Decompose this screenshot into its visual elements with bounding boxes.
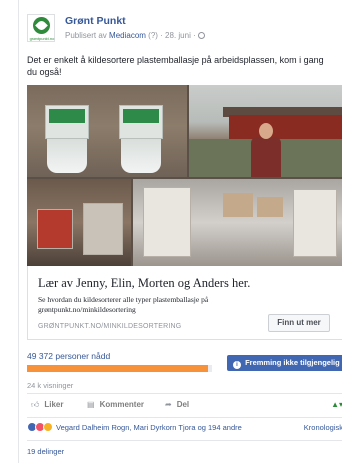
reach-bar (27, 365, 212, 372)
divider (27, 393, 342, 394)
reach-count-link[interactable]: 49 372 personer nådd (27, 351, 110, 361)
page-avatar[interactable]: grøntpunkt.no (27, 14, 55, 42)
learn-more-button[interactable]: Finn ut mer (268, 314, 330, 332)
divider (27, 417, 342, 418)
post-text: Det er enkelt å kildesortere plastemball… (27, 55, 324, 77)
info-icon: i (233, 361, 241, 369)
action-bar: 👍︎ Liker ▤ Kommenter ➦ Del ▲▾ (27, 397, 342, 415)
divider (27, 440, 342, 441)
bin-label-shape (49, 109, 85, 123)
like-button[interactable]: 👍︎ Liker (31, 400, 64, 410)
link-title[interactable]: Lær av Jenny, Elin, Morten og Anders her… (38, 276, 250, 291)
bag-shape (47, 139, 87, 173)
photo-farm (189, 85, 342, 177)
comment-label: Kommenter (99, 400, 145, 409)
meta-prefix: Publisert av (65, 31, 107, 40)
shelf-shape (293, 189, 337, 257)
page-name-link[interactable]: Grønt Punkt (65, 15, 126, 27)
photo-workshop (27, 179, 131, 266)
meta-suffix: (?) · 28. juni · (148, 31, 196, 40)
link-description: Se hvordan du kildesorterer alle typer p… (38, 295, 209, 314)
box-shape (257, 197, 283, 217)
head-shape (259, 123, 273, 139)
globe-icon[interactable] (197, 32, 205, 39)
thumbs-up-icon: 👍︎ (31, 400, 40, 409)
share-label: Del (176, 400, 190, 409)
media-collage[interactable] (27, 85, 342, 266)
box-shape (223, 193, 253, 217)
reach-insights: 49 372 personer nådd i Fremming ikke til… (27, 351, 342, 375)
post-meta: Publisert av Mediacom (?) · 28. juni · (65, 31, 205, 40)
comment-icon: ▤ (87, 400, 95, 409)
shelf-shape (143, 187, 191, 257)
comment-button[interactable]: ▤ Kommenter (87, 400, 144, 409)
link-preview[interactable]: Lær av Jenny, Elin, Morten og Anders her… (27, 266, 342, 340)
bag-shape (121, 139, 161, 173)
haha-reaction-icon (43, 422, 53, 432)
sort-dropdown[interactable]: Kronologisk (304, 423, 342, 432)
like-label: Liker (44, 400, 64, 409)
post-card: grøntpunkt.no Grønt Punkt Publisert av M… (18, 0, 342, 463)
reach-bar-fill (27, 365, 209, 372)
person-shape (251, 137, 281, 177)
reactors-link[interactable]: Vegard Dalheim Rogn, Mari Dyrkorn Tjora … (56, 423, 242, 432)
share-arrow-icon: ➦ (165, 400, 172, 409)
logo-text: grøntpunkt.no (29, 36, 55, 41)
link-domain: GRØNTPUNKT.NO/MINKILDESORTERING (38, 323, 182, 330)
share-button[interactable]: ➦ Del (165, 400, 189, 409)
post-header: grøntpunkt.no Grønt Punkt Publisert av M… (27, 14, 337, 46)
publisher-link[interactable]: Mediacom (109, 31, 146, 40)
boost-button[interactable]: i Fremming ikke tilgjengelig (227, 355, 342, 371)
audience-selector-icon[interactable]: ▲▾ (331, 400, 342, 409)
photo-recycling-bins (27, 85, 187, 177)
boost-label: Fremming ikke tilgjengelig (245, 358, 340, 367)
shares-count-link[interactable]: 19 delinger (27, 447, 64, 456)
reactions-row: Vegard Dalheim Rogn, Mari Dyrkorn Tjora … (27, 422, 342, 436)
barn-shape (229, 115, 342, 139)
view-count: 24 k visninger (27, 381, 74, 390)
bin-label-shape (123, 109, 159, 123)
machine-shape (83, 203, 123, 255)
photo-storage-room (133, 179, 342, 266)
machine-shape (37, 209, 73, 249)
